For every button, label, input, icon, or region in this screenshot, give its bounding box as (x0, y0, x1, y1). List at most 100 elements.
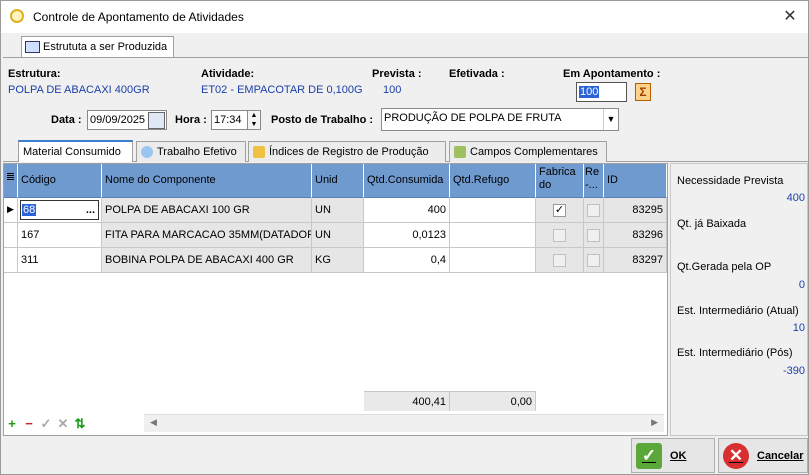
tab-trabalho-label: Trabalho Efetivo (157, 146, 237, 158)
col-fabricado[interactable]: Fabrica do (536, 164, 584, 198)
unid-cell: UN (312, 223, 364, 248)
row-indicator (4, 223, 18, 248)
posto-select[interactable]: PRODUÇÃO DE POLPA DE FRUTA (381, 108, 619, 131)
tab-material-consumido[interactable]: Material Consumido (18, 140, 133, 162)
structure-icon (25, 41, 40, 53)
minus-icon[interactable]: − (22, 416, 36, 432)
gerada-value: 0 (798, 279, 805, 291)
row-indicator (4, 248, 18, 273)
hora-value: 17:34 (214, 114, 242, 126)
col-nome[interactable]: Nome do Componente (102, 164, 312, 198)
codigo-cell[interactable]: 167 (18, 223, 102, 248)
em-apontamento-label: Em Apontamento : (563, 68, 661, 80)
nome-cell: FITA PARA MARCACAO 35MM(DATADOR) (102, 223, 312, 248)
tab-estrutura[interactable]: Estrututa a ser Produzida (21, 36, 174, 57)
col-qtd-refugo[interactable]: Qtd.Refugo (450, 164, 536, 198)
tab-campos-complementares[interactable]: Campos Complementares (449, 141, 607, 162)
re-cell (584, 198, 604, 223)
est-atual-value: 10 (792, 322, 805, 334)
baixada-label: Qt. já Baixada (677, 218, 747, 230)
col-codigo[interactable]: Código (18, 164, 102, 198)
unid-cell: KG (312, 248, 364, 273)
col-qtd-consumida[interactable]: Qtd.Consumida (364, 164, 450, 198)
data-label: Data : (51, 114, 82, 126)
summary-panel: Necessidade Prevista 400 Qt. já Baixada … (670, 163, 808, 436)
qtd-consumida-cell[interactable]: 0,0123 (364, 223, 450, 248)
row-indicator-icon: ▶ (4, 198, 18, 223)
horizontal-scrollbar[interactable]: ◀ ▶ (144, 414, 664, 432)
grid-menu-icon[interactable]: ≣ (4, 164, 18, 198)
hora-spinner[interactable]: ▲ ▼ (247, 110, 261, 130)
hora-input[interactable]: 17:34 (211, 110, 248, 130)
close-icon: ✕ (723, 442, 749, 469)
fabricado-checkbox[interactable]: ✓ (553, 204, 566, 217)
lookup-button[interactable]: ... (86, 204, 98, 216)
prevista-label: Prevista : (372, 68, 422, 80)
necessidade-label: Necessidade Prevista (677, 175, 784, 187)
codigo-value: 68 (22, 204, 37, 216)
tab-material-label: Material Consumido (23, 146, 121, 158)
check-icon: ✓ (636, 442, 662, 469)
unid-cell: UN (312, 198, 364, 223)
est-pos-value: -390 (782, 365, 805, 377)
ok-label: OK (670, 449, 687, 462)
title-bar: Controle de Apontamento de Atividades ✕ (1, 1, 808, 33)
fabricado-checkbox[interactable] (553, 254, 566, 267)
fabricado-checkbox[interactable] (553, 229, 566, 242)
efetivada-label: Efetivada : (449, 68, 505, 80)
prevista-value: 100 (383, 84, 402, 96)
id-cell: 83295 (604, 198, 667, 223)
calendar-icon[interactable] (148, 112, 165, 129)
estrutura-label: Estrutura: (8, 68, 61, 80)
col-unid[interactable]: Unid (312, 164, 364, 198)
re-checkbox[interactable] (587, 204, 600, 217)
tab-trabalho-efetivo[interactable]: Trabalho Efetivo (136, 141, 246, 162)
folder-icon (454, 146, 466, 158)
scroll-right-icon[interactable]: ▶ (651, 417, 658, 428)
em-apontamento-value: 100 (579, 86, 600, 98)
cancel-icon[interactable]: ✕ (56, 416, 70, 432)
re-checkbox[interactable] (587, 254, 600, 267)
em-apontamento-input[interactable]: 100 (576, 82, 627, 102)
cancel-label: Cancelar (757, 449, 804, 462)
qtd-refugo-cell[interactable] (450, 198, 536, 223)
codigo-cell[interactable]: 311 (18, 248, 102, 273)
tab-indices-registro[interactable]: Índices de Registro de Produção (248, 141, 446, 162)
id-cell: 83296 (604, 223, 667, 248)
col-re[interactable]: Re -... (584, 164, 604, 198)
atividade-value: ET02 - EMPACOTAR DE 0,100G PA (201, 84, 363, 96)
qtd-consumida-cell[interactable]: 400 (364, 198, 450, 223)
col-fabricado-line2: do (539, 179, 552, 191)
nome-cell: POLPA DE ABACAXI 100 GR (102, 198, 312, 223)
cancel-button[interactable]: ✕ Cancelar (718, 438, 808, 473)
qtd-consumida-cell[interactable]: 0,4 (364, 248, 450, 273)
chevron-down-icon[interactable]: ▼ (603, 109, 618, 130)
grid-navigator: + − ✓ ✕ ⇅ (3, 414, 163, 434)
material-grid: ≣ Código Nome do Componente Unid Qtd.Con… (3, 163, 668, 436)
sum-icon[interactable]: Σ (635, 83, 651, 101)
scroll-left-icon[interactable]: ◀ (150, 417, 157, 428)
gerada-label: Qt.Gerada pela OP (677, 261, 772, 273)
close-icon[interactable]: ✕ (778, 5, 802, 29)
tab-estrutura-label: Estrututa a ser Produzida (43, 41, 168, 53)
table-row[interactable]: 68... (18, 198, 102, 223)
re-checkbox[interactable] (587, 229, 600, 242)
dialog-window: Controle de Apontamento de Atividades ✕ … (0, 0, 809, 475)
check-icon[interactable]: ✓ (39, 416, 53, 432)
atividade-label: Atividade: (201, 68, 255, 80)
qtd-refugo-cell[interactable] (450, 248, 536, 273)
qtd-refugo-cell[interactable] (450, 223, 536, 248)
sort-icon[interactable]: ⇅ (73, 416, 87, 432)
funnel-icon (253, 146, 265, 158)
plus-icon[interactable]: + (5, 416, 19, 432)
col-id[interactable]: ID (604, 164, 667, 198)
nome-cell: BOBINA POLPA DE ABACAXI 400 GR (102, 248, 312, 273)
ok-button[interactable]: ✓ OK (631, 438, 715, 473)
col-fabricado-line1: Fabrica (539, 166, 576, 178)
col-re-line1: Re (585, 166, 600, 178)
data-value: 09/09/2025 (90, 114, 146, 126)
total-refugo: 0,00 (450, 391, 536, 411)
est-atual-label: Est. Intermediário (Atual) (677, 305, 799, 317)
est-pos-label: Est. Intermediário (Pós) (677, 347, 793, 359)
tab-strip: Material Consumido Trabalho Efetivo Índi… (3, 140, 808, 162)
